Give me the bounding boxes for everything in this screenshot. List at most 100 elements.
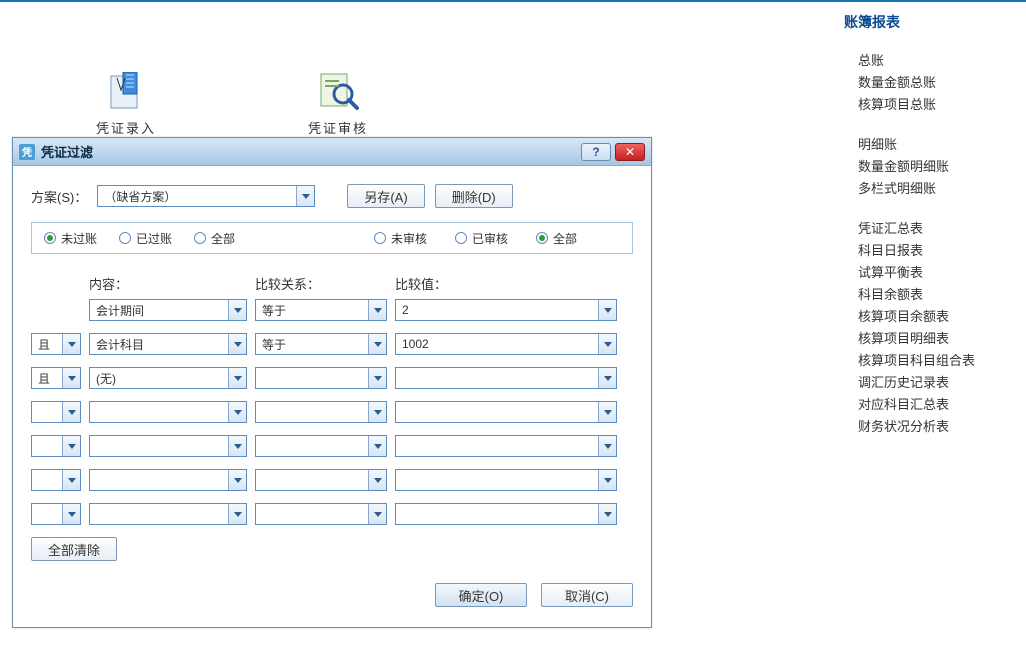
content-select[interactable] xyxy=(89,435,247,457)
cancel-button[interactable]: 取消(C) xyxy=(541,583,633,607)
sidebar: 账簿报表 总账数量金额总账核算项目总账明细账数量金额明细账多栏式明细账凭证汇总表… xyxy=(844,12,1014,456)
chevron-down-icon xyxy=(598,402,616,422)
clear-all-button[interactable]: 全部清除 xyxy=(31,537,117,561)
content-select[interactable]: (无) xyxy=(89,367,247,389)
relation-select[interactable] xyxy=(255,401,387,423)
ok-button[interactable]: 确定(O) xyxy=(435,583,527,607)
sidebar-item[interactable]: 多栏式明细账 xyxy=(858,178,1014,200)
content-select[interactable] xyxy=(89,469,247,491)
logic-select[interactable]: 且 xyxy=(31,367,81,389)
radio-icon xyxy=(374,232,386,244)
relation-select[interactable] xyxy=(255,367,387,389)
sidebar-item[interactable]: 核算项目明细表 xyxy=(858,328,1014,350)
value-input[interactable] xyxy=(395,469,617,491)
chevron-down-icon xyxy=(228,436,246,456)
value-input[interactable] xyxy=(395,435,617,457)
radio-posted[interactable]: 已过账 xyxy=(119,230,172,247)
chevron-down-icon xyxy=(598,300,616,320)
radio-icon xyxy=(455,232,467,244)
chevron-down-icon xyxy=(228,402,246,422)
chevron-down-icon xyxy=(368,402,386,422)
sidebar-item[interactable]: 财务状况分析表 xyxy=(858,416,1014,438)
relation-select[interactable] xyxy=(255,503,387,525)
value-input[interactable] xyxy=(395,367,617,389)
header-relation: 比较关系： xyxy=(255,274,387,293)
value-input[interactable] xyxy=(395,503,617,525)
logic-select[interactable] xyxy=(31,401,81,423)
sidebar-item[interactable]: 数量金额明细账 xyxy=(858,156,1014,178)
desktop-icons: 凭证录入 凭证审核 xyxy=(96,72,368,137)
sidebar-item[interactable]: 对应科目汇总表 xyxy=(858,394,1014,416)
content-select[interactable] xyxy=(89,401,247,423)
sidebar-item[interactable]: 试算平衡表 xyxy=(858,262,1014,284)
radio-unposted[interactable]: 未过账 xyxy=(44,230,97,247)
desktop-icon-label: 凭证录入 xyxy=(96,118,156,137)
relation-select[interactable]: 等于 xyxy=(255,299,387,321)
value-input[interactable] xyxy=(395,401,617,423)
header-value: 比较值： xyxy=(395,274,617,293)
header-content: 内容： xyxy=(89,274,247,293)
chevron-down-icon xyxy=(598,470,616,490)
sidebar-item[interactable]: 科目余额表 xyxy=(858,284,1014,306)
scheme-row: 方案(S)： （缺省方案） 另存(A) 删除(D) xyxy=(31,184,633,208)
relation-select[interactable] xyxy=(255,435,387,457)
app-icon: 凭 xyxy=(19,144,35,160)
close-button[interactable]: ✕ xyxy=(615,143,645,161)
sidebar-item[interactable]: 数量金额总账 xyxy=(858,72,1014,94)
chevron-down-icon xyxy=(598,334,616,354)
radio-audit-all[interactable]: 全部 xyxy=(536,230,577,247)
relation-select[interactable] xyxy=(255,469,387,491)
value-input[interactable]: 2 xyxy=(395,299,617,321)
logic-select[interactable] xyxy=(31,435,81,457)
filter-row: 会计期间等于 2 xyxy=(31,299,633,321)
filter-row xyxy=(31,503,633,525)
delete-button[interactable]: 删除(D) xyxy=(435,184,513,208)
logic-select[interactable]: 且 xyxy=(31,333,81,355)
desktop-icon-voucher-entry[interactable]: 凭证录入 xyxy=(96,72,156,137)
sidebar-item[interactable]: 明细账 xyxy=(858,134,1014,156)
sidebar-group: 明细账数量金额明细账多栏式明细账 xyxy=(844,134,1014,200)
logic-select[interactable] xyxy=(31,469,81,491)
dialog-title: 凭证过滤 xyxy=(41,142,577,161)
content-select[interactable]: 会计科目 xyxy=(89,333,247,355)
radio-icon xyxy=(44,232,56,244)
voucher-entry-icon xyxy=(105,72,147,112)
scheme-select[interactable]: （缺省方案） xyxy=(97,185,315,207)
relation-select[interactable]: 等于 xyxy=(255,333,387,355)
filter-row xyxy=(31,469,633,491)
posting-radio-group: 未过账 已过账 全部 xyxy=(44,230,340,247)
dialog-body: 方案(S)： （缺省方案） 另存(A) 删除(D) 未过账 已过账 全部 未审核… xyxy=(13,166,651,627)
sidebar-item[interactable]: 核算项目科目组合表 xyxy=(858,350,1014,372)
radio-audited[interactable]: 已审核 xyxy=(455,230,508,247)
status-radio-row: 未过账 已过账 全部 未审核 已审核 全部 xyxy=(31,222,633,254)
sidebar-item[interactable]: 凭证汇总表 xyxy=(858,218,1014,240)
sidebar-item[interactable]: 核算项目余额表 xyxy=(858,306,1014,328)
chevron-down-icon xyxy=(368,436,386,456)
filter-rows: 会计期间等于 2 且会计科目等于 1002 且 (无) xyxy=(31,299,633,525)
radio-unaudited[interactable]: 未审核 xyxy=(374,230,427,247)
chevron-down-icon xyxy=(368,368,386,388)
chevron-down-icon xyxy=(598,436,616,456)
save-as-button[interactable]: 另存(A) xyxy=(347,184,424,208)
chevron-down-icon xyxy=(228,504,246,524)
sidebar-item[interactable]: 总账 xyxy=(858,50,1014,72)
value-input[interactable]: 1002 xyxy=(395,333,617,355)
desktop-icon-voucher-audit[interactable]: 凭证审核 xyxy=(308,72,368,137)
logic-select[interactable] xyxy=(31,503,81,525)
filter-row: 且会计科目等于 1002 xyxy=(31,333,633,355)
chevron-down-icon xyxy=(62,470,80,490)
content-select[interactable] xyxy=(89,503,247,525)
radio-icon xyxy=(536,232,548,244)
chevron-down-icon xyxy=(62,334,80,354)
content-select[interactable]: 会计期间 xyxy=(89,299,247,321)
sidebar-item[interactable]: 调汇历史记录表 xyxy=(858,372,1014,394)
sidebar-item[interactable]: 科目日报表 xyxy=(858,240,1014,262)
sidebar-item[interactable]: 核算项目总账 xyxy=(858,94,1014,116)
chevron-down-icon xyxy=(62,402,80,422)
chevron-down-icon xyxy=(368,470,386,490)
help-button[interactable]: ? xyxy=(581,143,611,161)
chevron-down-icon xyxy=(598,504,616,524)
radio-posting-all[interactable]: 全部 xyxy=(194,230,235,247)
radio-icon xyxy=(119,232,131,244)
dialog-titlebar: 凭 凭证过滤 ? ✕ xyxy=(13,138,651,166)
